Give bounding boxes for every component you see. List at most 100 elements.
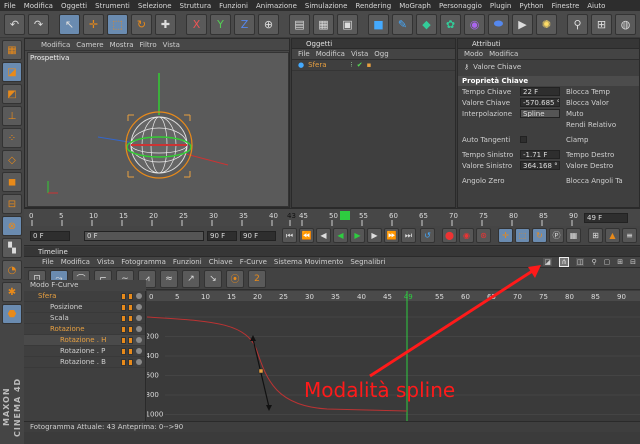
menu-rendering[interactable]: Rendering: [351, 2, 395, 10]
timeline-menu-sistema-movimento[interactable]: Sistema Movimento: [274, 258, 343, 266]
play-icon[interactable]: ▶: [350, 228, 365, 243]
key-rotation-icon[interactable]: ↻: [532, 228, 547, 243]
next-key-icon[interactable]: ⏩: [384, 228, 399, 243]
search-icon[interactable]: ⚲: [591, 258, 596, 266]
z-axis-icon[interactable]: Z: [234, 13, 255, 35]
workplane-icon[interactable]: ⊟: [2, 194, 22, 214]
cloner-icon[interactable]: ✿: [440, 13, 461, 35]
y-axis-icon[interactable]: Y: [210, 13, 231, 35]
menu-finestre[interactable]: Finestre: [548, 2, 584, 10]
ease-in-icon[interactable]: ↗: [182, 269, 200, 288]
keyframe-selection-icon[interactable]: ⊛: [476, 228, 491, 243]
timeline-layout-icon[interactable]: ⊞: [617, 258, 623, 266]
ease-out-icon[interactable]: ↘: [204, 269, 222, 288]
tree-row-rotazione-b[interactable]: Rotazione . B: [24, 357, 145, 368]
auto-key-icon[interactable]: ◉: [459, 228, 474, 243]
menu-strumenti[interactable]: Strumenti: [91, 2, 134, 10]
pipette-icon[interactable]: ⚲: [567, 13, 588, 35]
menu-animazione[interactable]: Animazione: [252, 2, 301, 10]
tree-row-scala[interactable]: Scala: [24, 313, 145, 324]
visibility-dots-icon[interactable]: ⁝: [351, 61, 353, 69]
spline-mode-icon[interactable]: ⋔: [558, 257, 569, 267]
scheme-icon[interactable]: ⊞: [588, 228, 603, 243]
tree-row-sfera[interactable]: Sfera: [24, 291, 145, 302]
timeline-options-icon[interactable]: ⊟: [630, 258, 636, 266]
motion-system-icon[interactable]: ▲: [605, 228, 620, 243]
redo-icon[interactable]: ↷: [28, 13, 49, 35]
tree-row-rotazione-p[interactable]: Rotazione . P: [24, 346, 145, 357]
timeline-ruler[interactable]: 0 5 10 15 20 25 30 35 40 43 45 50 55 60 65 70 75 80 85 90 4…: [24, 208, 640, 226]
environment-icon[interactable]: ⬬: [488, 13, 509, 35]
timeline-menu-modifica[interactable]: Modifica: [61, 258, 90, 266]
viewport-menu-camere[interactable]: Camere: [76, 41, 103, 49]
tempo-sinistro-field[interactable]: -1.71 F: [520, 150, 560, 159]
tree-row-rotazione-h[interactable]: Rotazione . H: [24, 335, 145, 346]
attributes-menu-modo[interactable]: Modo: [464, 50, 483, 58]
tag-icon[interactable]: ▪: [367, 61, 372, 69]
menu-selezione[interactable]: Selezione: [134, 2, 176, 10]
timeline-menu-funzioni[interactable]: Funzioni: [173, 258, 202, 266]
objects-menu-modifica[interactable]: Modifica: [316, 50, 345, 58]
viewport-menu-modifica[interactable]: Modifica: [41, 41, 70, 49]
timeline-menu-fotogramma[interactable]: Fotogramma: [121, 258, 166, 266]
menu-simulazione[interactable]: Simulazione: [301, 2, 352, 10]
points-mode-icon[interactable]: ⁘: [2, 128, 22, 148]
last-tool-icon[interactable]: ✚: [155, 13, 176, 35]
python-icon[interactable]: ◍: [615, 13, 636, 35]
undo-icon[interactable]: ↶: [4, 13, 25, 35]
key-position-icon[interactable]: ✛: [498, 228, 513, 243]
edges-mode-icon[interactable]: ◇: [2, 150, 22, 170]
tree-row-posizione[interactable]: Posizione: [24, 302, 145, 313]
subdivision-icon[interactable]: ◆: [416, 13, 437, 35]
next-frame-icon[interactable]: ▶: [367, 228, 382, 243]
attributes-menu-modifica[interactable]: Modifica: [489, 50, 518, 58]
viewport-menu-vista[interactable]: Vista: [163, 41, 180, 49]
viewport-menu-mostra[interactable]: Mostra: [110, 41, 134, 49]
menu-file[interactable]: File: [0, 2, 20, 10]
render-picture-icon[interactable]: ▦: [313, 13, 334, 35]
end-frame-field[interactable]: 49 F: [584, 213, 628, 223]
end-frame-field-1[interactable]: 90 F: [207, 231, 237, 241]
timeline-menu-chiave[interactable]: Chiave: [209, 258, 233, 266]
menu-personaggio[interactable]: Personaggio: [435, 2, 486, 10]
menu-python[interactable]: Python: [515, 2, 547, 10]
end-frame-field-2[interactable]: 90 F: [240, 231, 276, 241]
x-axis-icon[interactable]: X: [186, 13, 207, 35]
cube-icon[interactable]: ■: [368, 13, 389, 35]
timeline-menu-segnalibri[interactable]: Segnalibri: [350, 258, 385, 266]
play-reverse-icon[interactable]: ◀: [333, 228, 348, 243]
render-view-icon[interactable]: ▤: [289, 13, 310, 35]
curve-mode-icon[interactable]: ◪: [543, 258, 552, 266]
texture-mode-icon[interactable]: ◩: [2, 84, 22, 104]
objects-menu-file[interactable]: File: [298, 50, 310, 58]
object-row-sfera[interactable]: ● Sfera ⁝ ✔ ▪: [292, 60, 455, 71]
timeline-menu-vista[interactable]: Vista: [97, 258, 114, 266]
soft-ease-icon[interactable]: ≈: [160, 269, 178, 288]
viewport-menu-filtro[interactable]: Filtro: [140, 41, 157, 49]
scale-icon[interactable]: ⬚: [107, 13, 128, 35]
interpolazione-select[interactable]: Spline: [520, 109, 560, 118]
coordinate-system-icon[interactable]: ⊕: [258, 13, 279, 35]
enabled-check-icon[interactable]: ✔: [357, 61, 363, 69]
menu-mograph[interactable]: MoGraph: [395, 2, 435, 10]
polygons-mode-icon[interactable]: ◼: [2, 172, 22, 192]
light-icon[interactable]: ✺: [536, 13, 557, 35]
render-settings-icon[interactable]: ▣: [337, 13, 358, 35]
two-d-icon[interactable]: 2: [248, 269, 266, 288]
objects-menu-vista[interactable]: Vista: [351, 50, 368, 58]
preview-range-slider[interactable]: 0 F: [84, 231, 204, 241]
move-icon[interactable]: ✛: [83, 13, 104, 35]
start-frame-field[interactable]: 0 F: [30, 231, 70, 241]
viewport-canvas[interactable]: Prospettiva: [27, 52, 289, 207]
valore-chiave-field[interactable]: -570.685 °: [520, 98, 560, 107]
linear-mode-icon[interactable]: ◫: [575, 258, 585, 266]
layout-switch-icon[interactable]: ≡: [622, 228, 637, 243]
spline-pen-icon[interactable]: ✎: [392, 13, 413, 35]
menu-oggetti[interactable]: Oggetti: [57, 2, 91, 10]
menu-aiuto[interactable]: Aiuto: [583, 2, 609, 10]
menu-plugin[interactable]: Plugin: [486, 2, 515, 10]
tempo-chiave-field[interactable]: 22 F: [520, 87, 560, 96]
snap-icon[interactable]: ⊗: [2, 216, 22, 236]
auto-tangenti-checkbox[interactable]: [520, 136, 527, 143]
objects-menu-oggetti[interactable]: Ogg: [374, 50, 388, 58]
